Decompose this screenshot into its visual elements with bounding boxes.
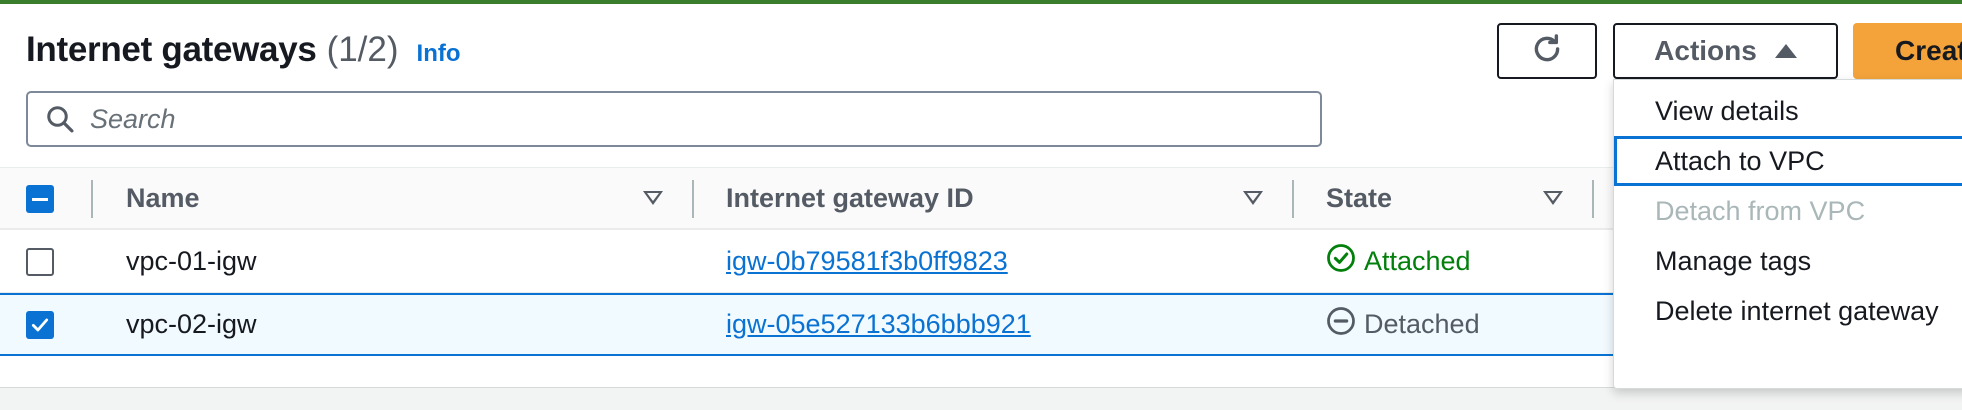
column-divider[interactable] [1292, 180, 1294, 218]
gateway-name: vpc-02-igw [126, 309, 257, 339]
column-header-name[interactable]: Name [126, 168, 200, 228]
create-internet-gateway-button[interactable]: Creat [1853, 23, 1962, 79]
row-checkbox[interactable] [26, 311, 54, 339]
selection-count: (1/2) [326, 30, 399, 69]
column-divider[interactable] [1592, 180, 1594, 218]
gateway-id-cell: igw-0b79581f3b0ff9823 [726, 230, 1008, 292]
info-link[interactable]: Info [417, 40, 461, 68]
caret-up-icon [1774, 44, 1797, 58]
refresh-icon [1530, 32, 1564, 71]
column-header-label: Name [126, 182, 200, 213]
gateway-name: vpc-01-igw [126, 245, 257, 276]
gateway-state-cell: Attached [1326, 230, 1471, 292]
page-title: Internet gateways [26, 30, 317, 69]
search-field[interactable] [26, 91, 1322, 147]
column-header-state[interactable]: State [1326, 168, 1392, 228]
gateway-state-cell: Detached [1326, 295, 1480, 354]
minus-circle-icon [1326, 306, 1356, 343]
actions-button-label: Actions [1654, 35, 1757, 66]
gateway-id-cell: igw-05e527133b6bbb921 [726, 295, 1031, 354]
menu-item-detach-from-vpc: Detach from VPC [1655, 195, 1866, 226]
gateway-id-link[interactable]: igw-05e527133b6bbb921 [726, 309, 1031, 340]
select-all-checkbox[interactable] [26, 185, 54, 213]
sort-icon[interactable] [1543, 191, 1563, 205]
menu-item-view-details[interactable]: View details [1614, 86, 1962, 136]
sort-icon[interactable] [1243, 191, 1263, 205]
check-circle-icon [1326, 243, 1356, 280]
column-header-label: Internet gateway ID [726, 182, 974, 213]
actions-dropdown-menu: View details Attach to VPC Detach from V… [1613, 79, 1962, 389]
column-divider[interactable] [692, 180, 694, 218]
status-badge: Attached [1326, 243, 1471, 280]
panel-header: Internet gateways (1/2) Info [26, 30, 461, 70]
indeterminate-mark [32, 197, 48, 201]
column-header-label: State [1326, 182, 1393, 213]
refresh-button[interactable] [1497, 23, 1597, 79]
menu-item-attach-to-vpc[interactable]: Attach to VPC [1614, 136, 1962, 186]
column-divider [91, 180, 93, 218]
status-badge: Detached [1326, 306, 1480, 343]
gateway-id-link[interactable]: igw-0b79581f3b0ff9823 [726, 246, 1008, 277]
status-text: Detached [1364, 309, 1480, 339]
column-header-gateway-id[interactable]: Internet gateway ID [726, 168, 974, 228]
actions-button[interactable]: Actions [1613, 23, 1838, 79]
status-text: Attached [1364, 245, 1471, 276]
sort-icon[interactable] [643, 191, 663, 205]
menu-item-delete-internet-gateway[interactable]: Delete internet gateway [1614, 286, 1962, 336]
create-button-label: Creat [1895, 35, 1962, 66]
row-checkbox[interactable] [26, 248, 54, 276]
checkmark-icon [31, 318, 49, 332]
menu-item-manage-tags[interactable]: Manage tags [1614, 236, 1962, 286]
search-icon [40, 99, 80, 139]
search-input[interactable] [90, 103, 1290, 135]
